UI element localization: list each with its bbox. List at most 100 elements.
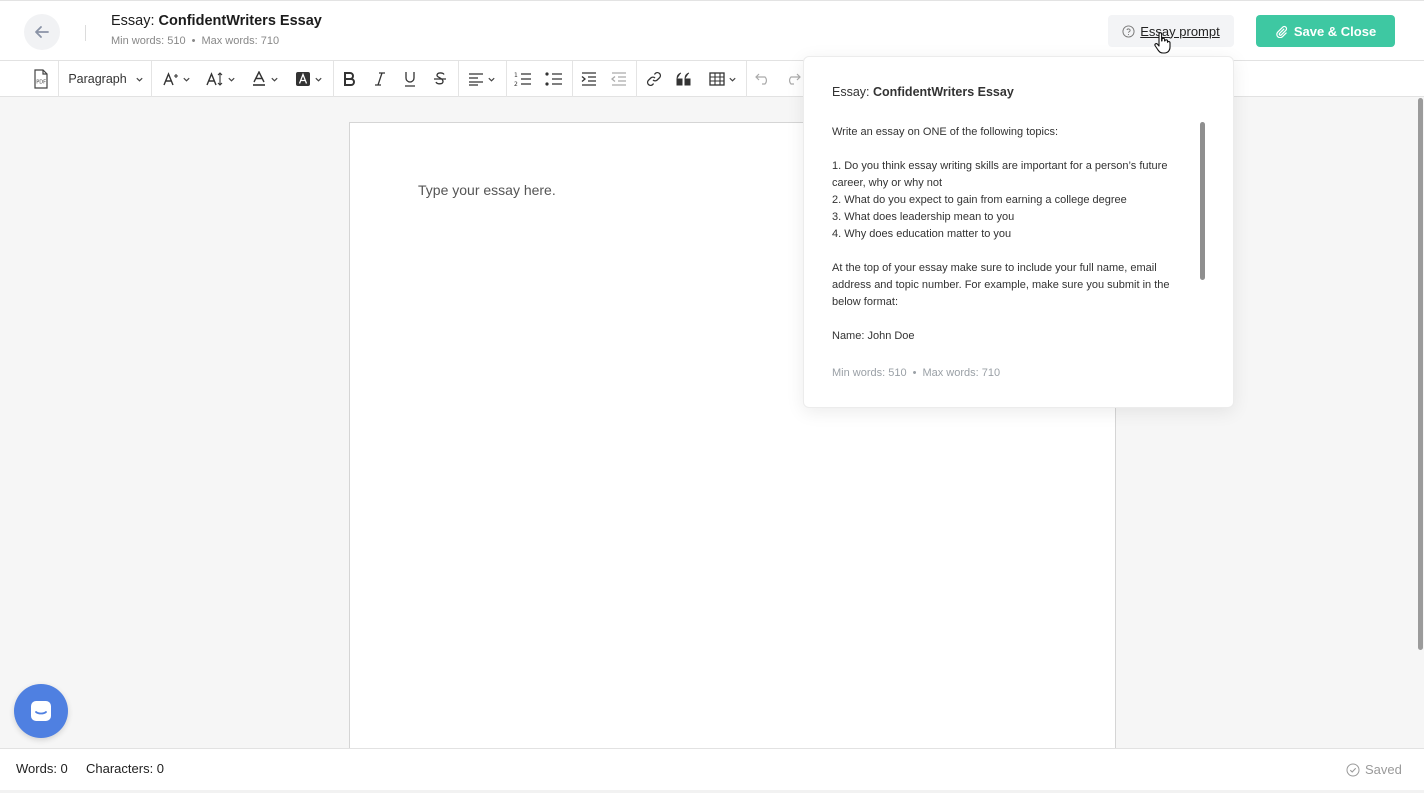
essay-prompt-popover: Essay: ConfidentWriters Essay Write an e… bbox=[803, 56, 1234, 408]
font-size-dropdown[interactable] bbox=[160, 61, 194, 97]
svg-text:PDF: PDF bbox=[36, 80, 46, 86]
paragraph-style-dropdown[interactable]: Paragraph bbox=[66, 61, 146, 97]
editor-placeholder: Type your essay here. bbox=[418, 182, 556, 198]
chevron-down-icon bbox=[136, 77, 143, 82]
redo-icon bbox=[789, 73, 801, 85]
svg-text:1: 1 bbox=[514, 72, 518, 79]
back-button[interactable] bbox=[24, 14, 60, 50]
chevron-down-icon bbox=[488, 77, 495, 82]
text-height-dropdown[interactable] bbox=[203, 61, 239, 97]
prompt-topic: 4. Why does education matter to you bbox=[832, 228, 1012, 240]
essay-prompt-button[interactable]: Essay prompt bbox=[1108, 15, 1234, 47]
separator-dot: • bbox=[912, 367, 917, 379]
toolbar-divider bbox=[458, 61, 459, 97]
pdf-icon: PDF bbox=[34, 69, 48, 89]
pdf-button[interactable]: PDF bbox=[28, 61, 54, 97]
toolbar-divider bbox=[636, 61, 637, 97]
page-title: Essay: ConfidentWriters Essay bbox=[111, 13, 322, 29]
blockquote-button[interactable] bbox=[673, 61, 695, 97]
editor-header: Essay: ConfidentWriters Essay Min words:… bbox=[0, 0, 1424, 60]
bold-icon bbox=[344, 72, 355, 86]
bulleted-list-button[interactable] bbox=[543, 61, 565, 97]
popover-word-limits: Min words: 510 • Max words: 710 bbox=[832, 367, 1000, 379]
popover-title-name: ConfidentWriters Essay bbox=[873, 85, 1014, 99]
highlight-color-dropdown[interactable] bbox=[291, 61, 327, 97]
text-height-icon bbox=[206, 72, 223, 86]
toolbar-divider bbox=[333, 61, 334, 97]
alignment-dropdown[interactable] bbox=[464, 61, 500, 97]
chevron-down-icon bbox=[228, 77, 235, 82]
save-status: Saved bbox=[1346, 762, 1402, 777]
highlight-icon bbox=[296, 72, 310, 86]
svg-text:2: 2 bbox=[514, 81, 518, 87]
question-circle-icon bbox=[1122, 24, 1135, 38]
hand-cursor-icon bbox=[1154, 32, 1171, 54]
link-icon bbox=[646, 71, 662, 87]
prompt-example: Name: John Doe bbox=[832, 330, 915, 342]
popover-title: Essay: ConfidentWriters Essay bbox=[832, 85, 1014, 99]
toolbar-divider bbox=[746, 61, 747, 97]
quote-icon bbox=[676, 72, 691, 86]
arrow-left-icon bbox=[35, 26, 49, 38]
strikethrough-button[interactable] bbox=[430, 61, 450, 97]
chat-icon bbox=[31, 701, 51, 721]
toolbar-divider bbox=[151, 61, 152, 97]
popover-scrollbar[interactable] bbox=[1200, 122, 1205, 280]
chevron-down-icon bbox=[183, 77, 190, 82]
check-circle-icon bbox=[1346, 763, 1360, 776]
table-icon bbox=[709, 72, 725, 86]
min-words: Min words: 510 bbox=[111, 35, 186, 47]
status-bar: Words: 0 Characters: 0 Saved bbox=[0, 748, 1424, 790]
indent-icon bbox=[581, 72, 596, 86]
save-status-label: Saved bbox=[1365, 762, 1402, 777]
header-divider bbox=[85, 25, 86, 41]
chevron-down-icon bbox=[271, 77, 278, 82]
prompt-topic: 3. What does leadership mean to you bbox=[832, 211, 1015, 223]
save-close-button[interactable]: Save & Close bbox=[1256, 15, 1395, 47]
chat-widget-button[interactable] bbox=[14, 684, 68, 738]
toolbar-divider bbox=[58, 61, 59, 97]
italic-button[interactable] bbox=[370, 61, 390, 97]
title-name: ConfidentWriters Essay bbox=[158, 13, 322, 29]
italic-icon bbox=[375, 72, 385, 86]
underline-button[interactable] bbox=[400, 61, 420, 97]
chevron-down-icon bbox=[315, 77, 322, 82]
popover-title-prefix: Essay: bbox=[832, 85, 873, 99]
max-words: Max words: 710 bbox=[201, 35, 280, 47]
bold-button[interactable] bbox=[339, 61, 359, 97]
paragraph-style-label: Paragraph bbox=[68, 72, 127, 86]
numbered-list-button[interactable]: 12 bbox=[512, 61, 534, 97]
font-size-icon bbox=[163, 72, 178, 86]
character-count: Characters: 0 bbox=[86, 761, 165, 776]
bulleted-list-icon bbox=[545, 72, 562, 86]
table-dropdown[interactable] bbox=[704, 61, 742, 97]
prompt-topic: 1. Do you think essay writing skills are… bbox=[832, 160, 1168, 189]
font-color-icon bbox=[253, 71, 265, 86]
toolbar-divider bbox=[572, 61, 573, 97]
word-count: Words: 0 bbox=[16, 761, 68, 776]
numbered-list-icon: 12 bbox=[514, 72, 531, 87]
link-button[interactable] bbox=[643, 61, 665, 97]
title-prefix: Essay: bbox=[111, 13, 159, 29]
prompt-topic: 2. What do you expect to gain from earni… bbox=[832, 194, 1127, 206]
popover-max-words: Max words: 710 bbox=[922, 367, 1001, 379]
chevron-down-icon bbox=[729, 77, 736, 82]
page-scrollbar[interactable] bbox=[1418, 98, 1423, 650]
outdent-button[interactable] bbox=[608, 61, 630, 97]
undo-icon bbox=[755, 73, 767, 85]
popover-min-words: Min words: 510 bbox=[832, 367, 907, 379]
prompt-instructions: At the top of your essay make sure to in… bbox=[832, 262, 1170, 308]
redo-button[interactable] bbox=[782, 61, 804, 97]
outdent-icon bbox=[611, 72, 626, 86]
save-close-label: Save & Close bbox=[1293, 23, 1377, 39]
strikethrough-icon bbox=[434, 72, 446, 85]
undo-button[interactable] bbox=[752, 61, 774, 97]
word-limits: Min words: 510 • Max words: 710 bbox=[111, 35, 322, 47]
paperclip-icon bbox=[1276, 25, 1287, 38]
font-color-dropdown[interactable] bbox=[248, 61, 282, 97]
indent-button[interactable] bbox=[578, 61, 600, 97]
prompt-text: Write an essay on ONE of the following t… bbox=[832, 124, 1188, 348]
